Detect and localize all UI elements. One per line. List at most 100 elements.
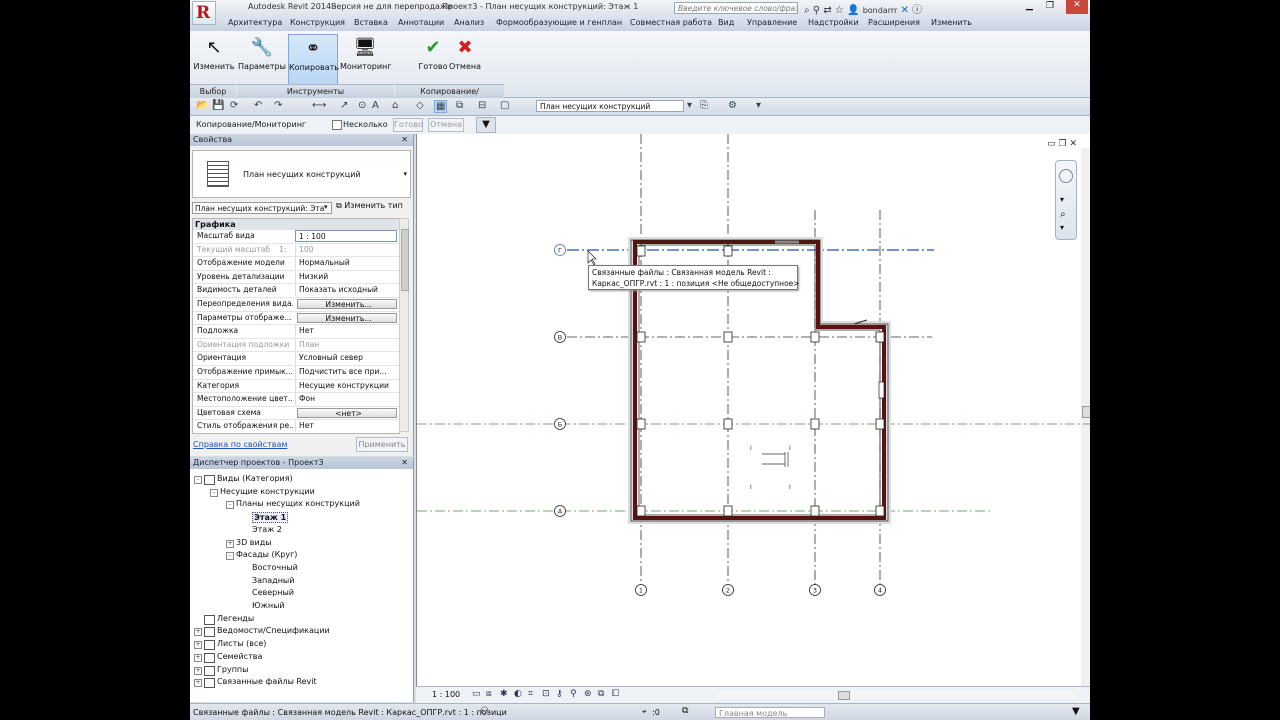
tab-structure[interactable]: Конструкция [290,18,345,27]
browser-item[interactable]: Южный [252,601,285,610]
browser-item[interactable]: Этаж 2 [252,525,282,534]
favorites-icon[interactable]: ☆ [835,5,844,16]
tab-addins[interactable]: Надстройки [808,18,859,27]
tree-toggle[interactable]: - [194,476,202,484]
user-name[interactable]: bondarrr [863,6,898,15]
params-button[interactable]: 🔧 Параметры [238,34,286,86]
editable-only-icon[interactable]: ⌖ [642,707,647,717]
type-selector[interactable]: План несущих конструкций ▾ [192,150,411,198]
lock-view-icon[interactable]: ⚷ [556,689,563,699]
apply-button[interactable]: Применить [356,437,408,452]
property-row[interactable]: Ориентация Условный север [193,352,399,366]
property-row[interactable]: Цветовая схема <нет> [193,407,399,421]
multiple-checkbox[interactable] [332,120,342,130]
temp-view-props-icon[interactable]: ⧉ [598,689,604,699]
browser-item[interactable]: Связанные файлы Revit [217,677,317,686]
sun-path-icon[interactable]: ✱ [500,689,508,699]
close-window-button[interactable]: ✕ [1066,0,1088,14]
design-options-icon[interactable]: ⧉ [682,706,688,716]
maximize-button[interactable]: ❐ [1046,1,1054,11]
property-edit-button[interactable]: Изменить... [297,312,397,323]
finish-button[interactable]: ✔ Готово [416,34,450,86]
redo-icon[interactable]: ↷ [274,100,282,111]
property-row[interactable]: Отображение примык... Подчистить все при.… [193,365,399,380]
status-filter-icon[interactable]: ▼ [1072,706,1080,717]
browser-item[interactable]: Ведомости/Спецификации [217,626,330,635]
tag-icon[interactable]: ⊙ [358,100,366,111]
open-icon[interactable]: 📂 [196,100,208,111]
tab-analyze[interactable]: Анализ [454,18,484,27]
property-row[interactable]: Видимость деталей Показать исходный [193,284,399,298]
subscription-icon[interactable]: ⚲ [813,5,820,16]
browser-item[interactable]: 3D виды [236,538,272,547]
tree-toggle[interactable]: + [226,539,234,548]
property-row[interactable]: Стиль отображения ре... Нет [193,420,399,433]
crop-region-icon[interactable]: ⌗ [528,689,533,699]
tab-massing[interactable]: Формообразующие и генплан [496,18,622,27]
property-row[interactable]: Местоположение цвет... Фон [193,393,399,407]
browser-item[interactable]: Восточный [252,563,298,572]
horizontal-scrollbar[interactable] [718,691,1078,700]
cancel-button[interactable]: ✖ Отмена [448,34,482,86]
property-value[interactable]: Несущие конструкции [295,379,397,392]
switch-windows-icon[interactable]: ⊟ [478,100,486,111]
visual-style-icon[interactable]: ⧈ [486,689,492,699]
instance-selector[interactable]: План несущих конструкций: Эта [192,202,332,214]
property-value[interactable]: Показать исходный [295,284,397,297]
browser-item[interactable]: Листы (все) [217,639,266,648]
close-browser-icon[interactable]: ✕ [401,457,408,469]
view-type-selector[interactable]: План несущих конструкций [536,100,684,112]
tree-toggle[interactable]: + [194,653,202,662]
property-row[interactable]: Категория Несущие конструкции [193,379,399,394]
window-icon[interactable]: ▢ [500,100,509,111]
view-dropdown-icon[interactable]: ▾ [687,100,692,111]
tree-toggle[interactable]: + [194,666,202,675]
tree-toggle[interactable]: - [226,501,234,510]
tab-view[interactable]: Вид [718,18,734,27]
filter-icon[interactable]: ▼ [476,117,496,133]
tools-icon[interactable]: ⚙ [728,100,737,111]
tree-toggle[interactable]: - [226,552,234,561]
tab-manage[interactable]: Управление [747,18,797,27]
undo-icon[interactable]: ↶ [254,100,262,111]
tab-extensions[interactable]: Расширения [868,18,920,27]
exchange-icon[interactable]: ⇄ [823,5,831,16]
active-model-selector[interactable]: Главная модель [715,707,825,718]
view-scale[interactable]: 1 : 100 [432,690,460,699]
tree-toggle[interactable]: - [210,488,218,497]
customize-qat-icon[interactable]: ▾ [756,100,761,111]
browser-item[interactable]: Легенды [217,614,254,623]
analytical-model-icon[interactable]: ⧠ [612,689,619,699]
property-value[interactable]: Нет [295,325,397,338]
property-value[interactable]: 1 : 100 [295,230,397,242]
tab-annotate[interactable]: Аннотации [398,18,444,27]
properties-toggle-icon[interactable]: ⎘ [700,100,708,111]
options-finish-button[interactable]: Готово [393,118,423,132]
property-row[interactable]: Ориентация подложки План [193,338,399,353]
shadows-icon[interactable]: ◐ [514,689,522,699]
properties-scrollbar[interactable] [399,218,409,432]
browser-item[interactable]: Северный [252,588,294,597]
dimension-icon[interactable]: ↗ [340,100,348,111]
3d-view-icon[interactable]: ⌂ [392,100,398,111]
exchange-x-icon[interactable]: ✕ [900,5,908,16]
tab-modify[interactable]: Изменить [931,18,972,27]
property-value[interactable]: Фон [295,393,397,406]
properties-help-link[interactable]: Справка по свойствам [193,440,287,449]
property-edit-button[interactable]: Изменить... [297,298,397,309]
browser-item[interactable]: Несущие конструкции [220,487,315,496]
thin-lines-icon[interactable]: ▦ [434,100,448,113]
browser-item[interactable]: Семейства [217,652,262,661]
property-value[interactable]: Низкий [295,270,397,283]
property-row[interactable]: Отображение модели Нормальный [193,257,399,271]
text-icon[interactable]: A [372,100,379,111]
options-cancel-button[interactable]: Отмена [428,118,464,132]
group-graphics[interactable]: Графика [193,219,399,230]
copy-button[interactable]: ⚭ Копировать [288,34,339,86]
property-edit-button[interactable]: <нет> [297,407,397,418]
show-crop-icon[interactable]: ⊡ [542,689,550,699]
worksets-icon[interactable]: ⚇ [480,706,489,717]
property-row[interactable]: Параметры отображе... Изменить... [193,312,399,326]
reveal-hidden-icon[interactable]: ⊛ [584,689,592,699]
browser-item[interactable]: Западный [252,576,294,585]
